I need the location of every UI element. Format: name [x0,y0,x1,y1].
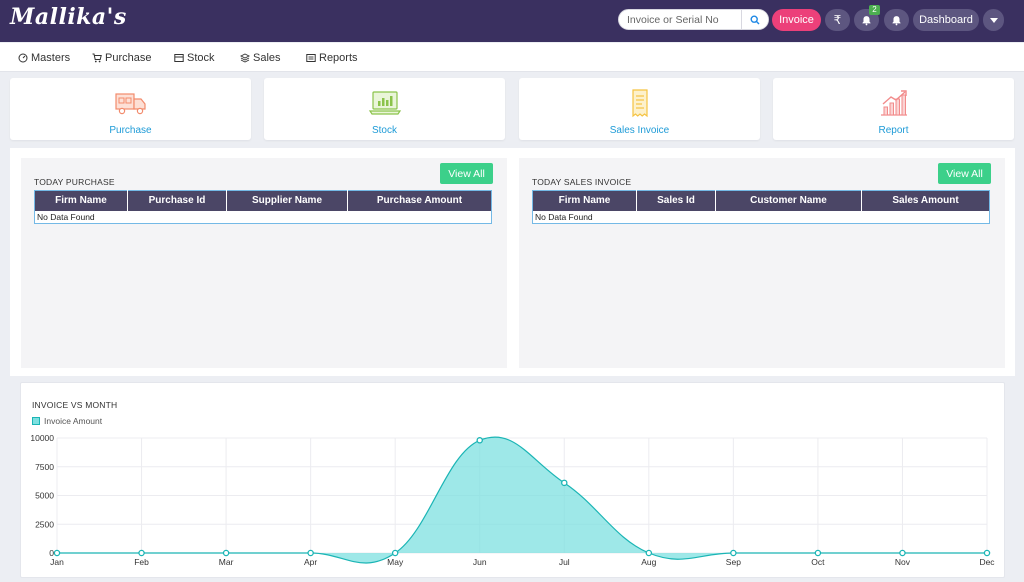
x-tick-label: Sep [726,557,741,567]
search-icon [750,14,760,24]
search-button[interactable] [741,10,768,29]
today-sales-title: TODAY SALES INVOICE [532,177,632,187]
tile-report[interactable]: Report [773,78,1014,140]
brand-logo[interactable]: Mallika's [10,4,127,30]
search-box [618,9,769,30]
tile-report-label: Report [878,125,909,136]
tile-stock-label: Stock [371,125,397,136]
bell-icon [892,15,901,25]
data-point [730,549,737,557]
cart-icon [92,53,102,63]
menu-sales-label: Sales [253,52,281,64]
data-point [222,549,230,557]
x-tick-label: Feb [134,557,149,567]
dashboard-icon [18,53,28,63]
dashboard-button[interactable]: Dashboard [913,9,979,31]
rupee-button[interactable]: ₹ [825,9,850,31]
alerts-button[interactable] [884,9,909,31]
today-purchase-title: TODAY PURCHASE [34,177,115,187]
menu-reports[interactable]: Reports [306,52,358,64]
x-tick-label: Jul [559,557,570,567]
y-tick-label: 10000 [30,433,54,443]
rupee-icon: ₹ [833,13,842,27]
chart-plot: 025005000750010000Jan Feb Mar Apr May Jun Jul A… [30,433,995,567]
user-dropdown-button[interactable] [983,9,1004,31]
today-sales-table: Firm Name Sales Id Customer Name Sales A… [532,190,990,224]
purchase-view-all-button[interactable]: View All [440,163,493,184]
tile-sales-invoice[interactable]: Sales Invoice [519,78,760,140]
truck-icon [114,93,146,115]
x-tick-label: May [387,557,404,567]
layers-icon [240,53,250,63]
column-header[interactable]: Sales Amount [861,190,990,211]
tile-purchase-label: Purchase [109,125,152,136]
table-row: No Data Found [35,211,492,224]
menu-purchase[interactable]: Purchase [92,52,151,64]
data-point [645,549,653,557]
y-tick-label: 5000 [35,491,54,501]
column-header[interactable]: Supplier Name [226,190,348,211]
empty-message: No Data Found [535,211,593,222]
column-header[interactable]: Firm Name [532,190,637,211]
data-point [307,549,314,557]
tile-sales-invoice-label: Sales Invoice [609,125,670,136]
column-header[interactable]: Firm Name [34,190,128,211]
menu-stock[interactable]: Stock [174,52,215,64]
data-point [138,549,145,557]
report-icon [306,54,316,62]
menu-stock-label: Stock [187,52,215,64]
data-point [561,479,568,487]
x-tick-label: Jan [50,557,64,567]
sales-view-all-button[interactable]: View All [938,163,991,184]
x-tick-label: Mar [219,557,234,567]
x-tick-label: Aug [641,557,656,567]
today-sales-panel: TODAY SALES INVOICE View All Firm Name S… [519,158,1005,368]
data-point [391,549,399,557]
data-point [983,549,991,557]
x-tick-label: Nov [895,557,911,567]
invoice-button[interactable]: Invoice [772,9,821,31]
x-tick-label: Jun [473,557,487,567]
table-row: No Data Found [533,211,990,224]
menu-purchase-label: Purchase [105,52,152,64]
growth-chart-icon [880,90,907,116]
x-tick-label: Apr [304,557,317,567]
today-purchase-table: Firm Name Purchase Id Supplier Name Purc… [34,190,492,224]
column-header[interactable]: Purchase Amount [347,190,492,211]
receipt-icon [631,89,648,118]
top-bar: Mallika's Invoice ₹ 2 Dashboard [0,0,1024,42]
main-menu: Masters Purchase Stock Sales Reports [0,43,1024,72]
menu-masters[interactable]: Masters [18,52,70,64]
notifications-button[interactable]: 2 [854,5,880,31]
data-point [899,549,906,557]
tile-stock[interactable]: Stock [264,78,505,140]
x-tick-label: Dec [979,557,995,567]
data-point [476,437,483,444]
data-point [53,549,61,557]
menu-masters-label: Masters [31,52,71,64]
series-area [57,437,987,564]
column-header[interactable]: Customer Name [715,190,862,211]
search-input[interactable] [619,10,743,29]
tile-purchase[interactable]: Purchase [10,78,251,140]
y-tick-label: 7500 [35,462,54,472]
menu-sales[interactable]: Sales [240,52,281,64]
column-header[interactable]: Purchase Id [127,190,227,211]
x-tick-label: Oct [811,557,825,567]
caret-down-icon [989,17,998,23]
bell-icon [862,15,871,25]
laptop-chart-icon [368,91,401,115]
column-header[interactable]: Sales Id [636,190,716,211]
notification-count-badge: 2 [869,5,880,15]
invoice-vs-month-chart: INVOICE VS MONTH Invoice Amount 0 2500 500… [20,382,1005,578]
today-purchase-panel: TODAY PURCHASE View All Firm Name Purcha… [21,158,507,368]
y-tick-label: 2500 [35,519,54,529]
data-point [814,549,822,557]
empty-message: No Data Found [37,211,95,222]
box-icon [174,54,184,62]
menu-reports-label: Reports [319,52,358,64]
